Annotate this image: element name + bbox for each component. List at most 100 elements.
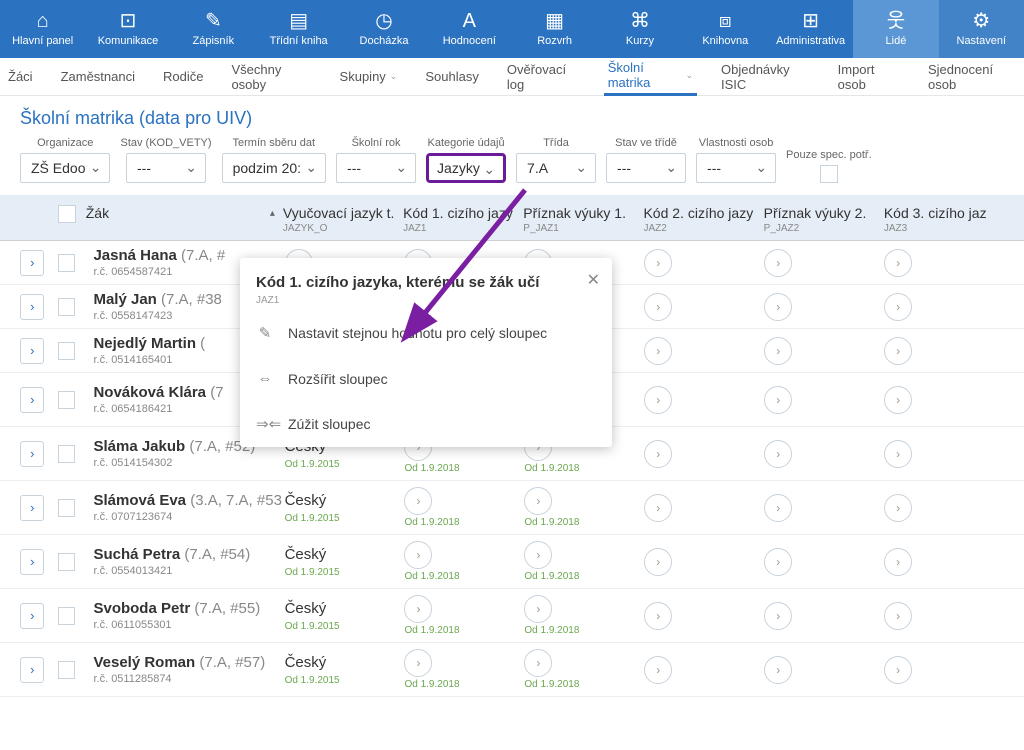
- row-checkbox[interactable]: [58, 607, 75, 625]
- edit-cell-button[interactable]: ›: [884, 440, 912, 468]
- edit-cell-button[interactable]: ›: [764, 494, 792, 522]
- popup-action[interactable]: ⇔Rozšířit sloupec: [240, 356, 612, 401]
- subnav-skupiny[interactable]: Skupiny⌄: [336, 58, 402, 96]
- column-jazyk-o[interactable]: Vyučovací jazyk t.JAZYK_O: [283, 205, 403, 234]
- edit-cell-button[interactable]: ›: [644, 656, 672, 684]
- edit-cell-button[interactable]: ›: [764, 602, 792, 630]
- row-checkbox[interactable]: [58, 391, 75, 409]
- topnav-třídní-kniha[interactable]: ▤Třídní kniha: [256, 0, 341, 58]
- edit-cell-button[interactable]: ›: [884, 337, 912, 365]
- edit-cell-button[interactable]: ›: [524, 487, 552, 515]
- subnav-zaměstnanci[interactable]: Zaměstnanci: [57, 58, 139, 96]
- filter-checkbox[interactable]: [820, 165, 838, 183]
- expand-button[interactable]: ›: [20, 250, 44, 276]
- edit-cell-button[interactable]: ›: [884, 249, 912, 277]
- edit-cell-button[interactable]: ›: [644, 249, 672, 277]
- topnav-administrativa[interactable]: ⊞Administrativa: [768, 0, 853, 58]
- edit-cell-button[interactable]: ›: [644, 386, 672, 414]
- subnav-školní-matrika[interactable]: Školní matrika⌄: [604, 58, 697, 96]
- filter-select-term-n-sb-ru-dat[interactable]: podzim 20:: [222, 153, 326, 183]
- column-p-jaz1[interactable]: Příznak výuky 1.P_JAZ1: [523, 205, 643, 234]
- nav-icon: ⚙: [972, 11, 990, 31]
- expand-button[interactable]: ›: [20, 495, 44, 521]
- topnav-docházka[interactable]: ◷Docházka: [341, 0, 426, 58]
- edit-cell-button[interactable]: ›: [884, 494, 912, 522]
- edit-cell-button[interactable]: ›: [644, 548, 672, 576]
- edit-cell-button[interactable]: ›: [404, 541, 432, 569]
- edit-cell-button[interactable]: ›: [524, 595, 552, 623]
- topnav-hlavní-panel[interactable]: ⌂Hlavní panel: [0, 0, 85, 58]
- filter-label: Stav (KOD_VETY): [120, 137, 211, 149]
- edit-cell-button[interactable]: ›: [764, 386, 792, 414]
- subnav-objednávky-isic[interactable]: Objednávky ISIC: [717, 58, 814, 96]
- expand-button[interactable]: ›: [20, 338, 44, 364]
- edit-cell-button[interactable]: ›: [764, 337, 792, 365]
- topnav-nastavení[interactable]: ⚙Nastavení: [939, 0, 1024, 58]
- column-zak[interactable]: Žák ▴: [86, 205, 283, 221]
- row-checkbox[interactable]: [58, 499, 75, 517]
- filter-select-organizace[interactable]: ZŠ Edoo: [20, 153, 110, 183]
- edit-cell-button[interactable]: ›: [524, 649, 552, 677]
- edit-cell-button[interactable]: ›: [404, 487, 432, 515]
- topnav-zápisník[interactable]: ✎Zápisník: [171, 0, 256, 58]
- filter-select-stav-ve-t-d-[interactable]: ---: [606, 153, 686, 183]
- nav-icon: 웃: [887, 11, 905, 31]
- topnav-komunikace[interactable]: ⊡Komunikace: [85, 0, 170, 58]
- edit-cell-button[interactable]: ›: [644, 337, 672, 365]
- subnav-import-osob[interactable]: Import osob: [834, 58, 904, 96]
- edit-cell-button[interactable]: ›: [764, 656, 792, 684]
- filter-select-kategorie-daj-[interactable]: Jazyky: [426, 153, 506, 183]
- edit-cell-button[interactable]: ›: [884, 386, 912, 414]
- filter-select-stav-kod-vety-[interactable]: ---: [126, 153, 206, 183]
- edit-cell-button[interactable]: ›: [884, 548, 912, 576]
- popup-action[interactable]: ✎Nastavit stejnou hodnotu pro celý sloup…: [240, 310, 612, 356]
- edit-cell-button[interactable]: ›: [764, 293, 792, 321]
- edit-cell-button[interactable]: ›: [764, 548, 792, 576]
- topnav-lidé[interactable]: 웃Lidé: [853, 0, 938, 58]
- row-checkbox[interactable]: [58, 553, 75, 571]
- subnav-sjednocení-osob[interactable]: Sjednocení osob: [924, 58, 1020, 96]
- expand-button[interactable]: ›: [20, 441, 44, 467]
- edit-cell-button[interactable]: ›: [884, 602, 912, 630]
- filter-select-t-da[interactable]: 7.A: [516, 153, 596, 183]
- expand-button[interactable]: ›: [20, 603, 44, 629]
- subnav-souhlasy[interactable]: Souhlasy: [421, 58, 482, 96]
- topnav-knihovna[interactable]: ⧈Knihovna: [683, 0, 768, 58]
- edit-cell-button[interactable]: ›: [884, 656, 912, 684]
- row-checkbox[interactable]: [58, 661, 75, 679]
- filter-select--koln-rok[interactable]: ---: [336, 153, 416, 183]
- topnav-rozvrh[interactable]: ▦Rozvrh: [512, 0, 597, 58]
- edit-cell-button[interactable]: ›: [404, 649, 432, 677]
- row-checkbox[interactable]: [58, 445, 75, 463]
- expand-button[interactable]: ›: [20, 294, 44, 320]
- expand-button[interactable]: ›: [20, 549, 44, 575]
- column-p-jaz2[interactable]: Příznak výuky 2.P_JAZ2: [764, 205, 884, 234]
- topnav-kurzy[interactable]: ⌘Kurzy: [597, 0, 682, 58]
- popup-action[interactable]: ⇒⇐Zúžit sloupec: [240, 401, 612, 447]
- expand-button[interactable]: ›: [20, 387, 44, 413]
- edit-cell-button[interactable]: ›: [644, 494, 672, 522]
- row-checkbox[interactable]: [58, 254, 75, 272]
- edit-cell-button[interactable]: ›: [524, 541, 552, 569]
- subnav-ověřovací-log[interactable]: Ověřovací log: [503, 58, 584, 96]
- column-jaz2[interactable]: Kód 2. cizího jazyJAZ2: [643, 205, 763, 234]
- filter-select-vlastnosti-osob[interactable]: ---: [696, 153, 776, 183]
- edit-cell-button[interactable]: ›: [404, 595, 432, 623]
- edit-cell-button[interactable]: ›: [644, 440, 672, 468]
- expand-button[interactable]: ›: [20, 657, 44, 683]
- close-icon[interactable]: ✕: [587, 270, 600, 290]
- edit-cell-button[interactable]: ›: [644, 293, 672, 321]
- edit-cell-button[interactable]: ›: [764, 249, 792, 277]
- row-checkbox[interactable]: [58, 298, 75, 316]
- column-jaz3[interactable]: Kód 3. cizího jazJAZ3: [884, 205, 1004, 234]
- subnav-rodiče[interactable]: Rodiče: [159, 58, 207, 96]
- row-checkbox[interactable]: [58, 342, 75, 360]
- subnav-žáci[interactable]: Žáci: [4, 58, 37, 96]
- edit-cell-button[interactable]: ›: [764, 440, 792, 468]
- subnav-všechny-osoby[interactable]: Všechny osoby: [227, 58, 315, 96]
- edit-cell-button[interactable]: ›: [644, 602, 672, 630]
- edit-cell-button[interactable]: ›: [884, 293, 912, 321]
- select-all-checkbox[interactable]: [58, 205, 76, 223]
- topnav-hodnocení[interactable]: AHodnocení: [427, 0, 512, 58]
- column-jaz1[interactable]: Kód 1. cizího jazyJAZ1: [403, 205, 523, 234]
